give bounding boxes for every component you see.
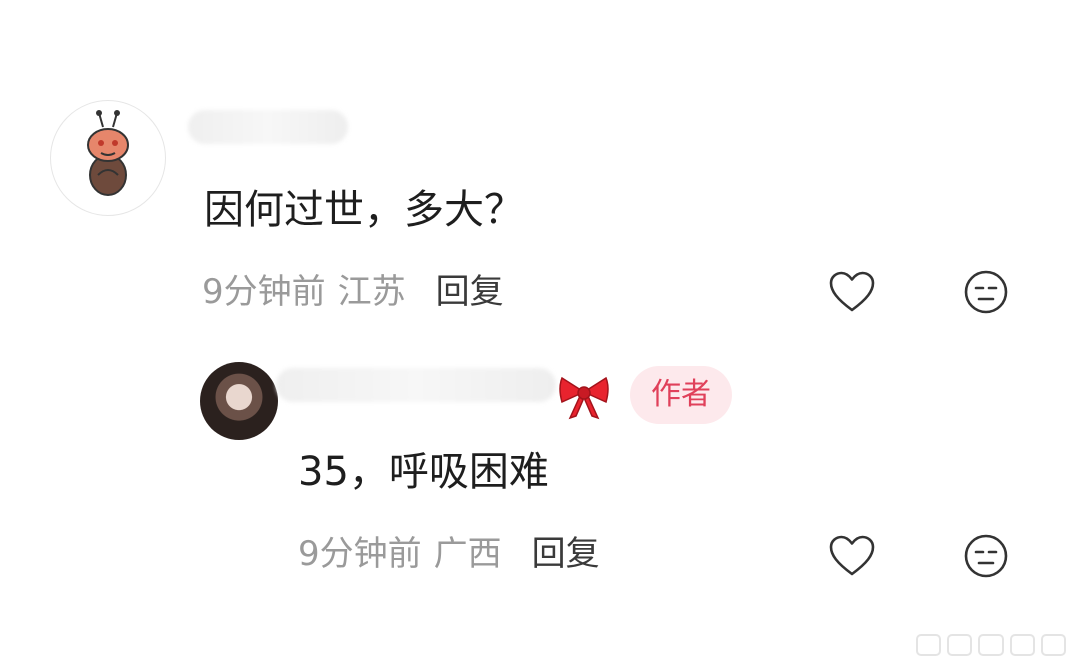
dislike-button[interactable] — [962, 532, 1010, 580]
watermark — [916, 634, 1067, 656]
reply-button[interactable]: 回复 — [532, 534, 600, 574]
comment-meta: 9分钟前 江苏 回复 — [202, 272, 504, 312]
comment-time: 9分钟前 — [202, 272, 326, 312]
dislike-button[interactable] — [962, 268, 1010, 316]
comment-time: 9分钟前 — [298, 534, 422, 574]
username-blurred[interactable] — [276, 368, 556, 402]
neutral-face-icon — [964, 534, 1008, 578]
neutral-face-icon — [964, 270, 1008, 314]
avatar[interactable] — [50, 100, 166, 216]
bow-icon — [556, 372, 612, 420]
username-blurred[interactable] — [188, 110, 348, 144]
like-button[interactable] — [828, 532, 876, 580]
reply-button[interactable]: 回复 — [436, 272, 504, 312]
like-button[interactable] — [828, 268, 876, 316]
comment-text: 35，呼吸困难 — [298, 449, 549, 495]
heart-icon — [829, 271, 875, 312]
author-badge: 作者 — [630, 366, 732, 424]
comment-location: 江苏 — [337, 272, 406, 312]
comment-text: 因何过世，多大？ — [204, 187, 524, 233]
bug-character-icon — [87, 110, 129, 196]
comment-meta: 9分钟前 广西 回复 — [298, 534, 600, 574]
comment-location: 广西 — [433, 534, 502, 574]
heart-icon — [829, 535, 875, 576]
avatar[interactable] — [200, 362, 278, 440]
